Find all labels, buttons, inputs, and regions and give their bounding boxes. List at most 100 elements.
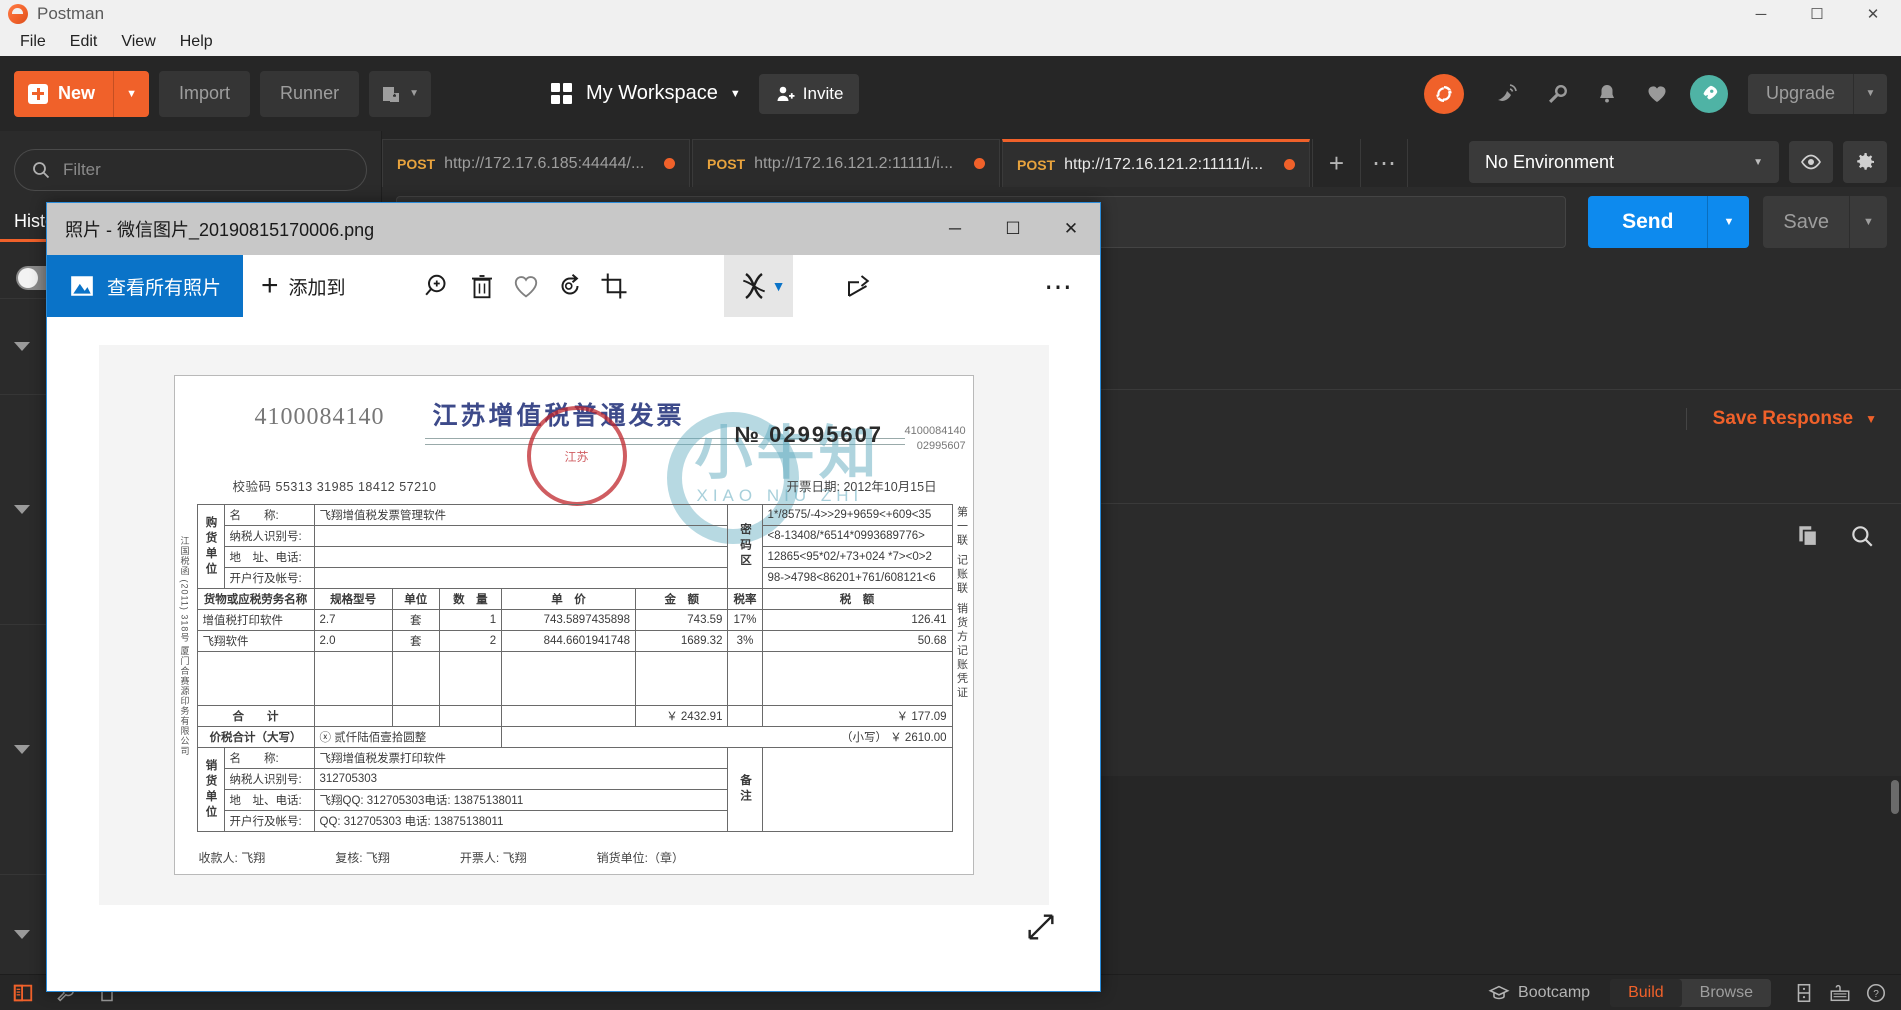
environment-bar: No Environment ▼ [1469,141,1901,187]
crop-icon[interactable] [592,255,636,317]
enhance-icon[interactable] [732,255,776,317]
share-icon[interactable] [837,255,881,317]
remark-vertical-label: 备注 [727,747,763,832]
tab-url: http://172.16.121.2:11111/i... [1064,155,1264,173]
invoice-buyer-row-4: 开户行及帐号: 98->4798<86201+761/608121<6 [197,567,953,589]
keyboard-icon[interactable] [1827,980,1853,1006]
bell-icon[interactable] [1588,75,1626,113]
search-input[interactable]: Filter [14,149,367,191]
build-browse-segment: Build Browse [1610,978,1771,1007]
menu-file[interactable]: File [8,28,58,56]
environment-quick-look-button[interactable] [1789,141,1833,183]
wrench-icon[interactable] [1538,75,1576,113]
enhance-group[interactable]: ▼ [723,255,794,317]
request-tab-1[interactable]: POST http://172.17.6.185:44444/... [382,139,690,187]
unsaved-dot-icon [1284,159,1295,170]
menu-view[interactable]: View [109,28,167,56]
help-icon[interactable]: ? [1863,980,1889,1006]
postman-logo-icon [8,4,28,24]
minimize-icon[interactable]: ─ [1733,0,1789,28]
save-button[interactable]: Save ▼ [1763,196,1887,248]
request-tab-2[interactable]: POST http://172.16.121.2:11111/i... [692,139,1000,187]
new-button-caret-icon[interactable]: ▼ [113,70,149,117]
upgrade-button[interactable]: Upgrade ▼ [1747,73,1887,114]
pv-maximize-icon[interactable]: ☐ [984,203,1042,255]
import-button[interactable]: Import [159,70,251,117]
workspace-label[interactable]: My Workspace [586,82,718,105]
search-icon[interactable] [1849,523,1875,549]
invite-button[interactable]: Invite [758,73,860,114]
send-chevron-down-icon[interactable]: ▼ [1707,196,1749,248]
chevron-down-icon [14,745,30,754]
pv-close-icon[interactable]: ✕ [1042,203,1100,255]
invoice-buyer-row-1: 购货单位 名 称: 飞翔增值税发票管理软件 密码区 1*/8575/-4>>29… [196,504,953,589]
copy-icon[interactable] [1795,523,1821,549]
photo-collection-icon [71,276,93,296]
save-chevron-down-icon[interactable]: ▼ [1849,196,1887,248]
tab-method: POST [397,155,436,172]
request-tab-3[interactable]: POST http://172.16.121.2:11111/i... [1002,139,1310,187]
upgrade-chevron-down-icon[interactable]: ▼ [1853,73,1887,114]
save-response-button[interactable]: Save Response ▼ [1685,408,1887,430]
photo-frame: 4100084140 江苏增值税普通发票 江苏 小牛知 XIAO NIU ZHI… [98,345,1049,905]
add-to-label: 添加到 [288,277,346,299]
pv-minimize-icon[interactable]: ─ [926,203,984,255]
search-placeholder: Filter [63,160,101,179]
invoice-grand-small: （小写） ￥ 2610.00 [501,726,953,748]
invoice-checkcode: 校验码 55313 31985 18412 57210 [232,480,437,494]
enhance-chevron-down-icon[interactable]: ▼ [772,278,786,294]
send-button[interactable]: Send ▼ [1588,196,1750,248]
maximize-icon[interactable]: ☐ [1789,0,1845,28]
plus-icon: + [261,269,279,302]
invoice-code: 4100084140 [254,404,385,430]
workspace-group: My Workspace ▼ Invite [550,73,860,114]
expand-icon[interactable] [1024,910,1058,949]
unsaved-dot-icon [974,158,985,169]
heart-icon[interactable] [504,255,548,317]
gear-icon [1857,153,1874,170]
svg-text:?: ? [1873,989,1879,1000]
new-button[interactable]: New ▼ [14,70,150,117]
invoice-right-vertical: 第一联 记账联 销货方记账凭证 [955,506,968,701]
photo-viewer-window: 照片 - 微信图片_20190815170006.png ─ ☐ ✕ 查看所有照… [46,202,1101,992]
environment-select[interactable]: No Environment ▼ [1469,141,1779,183]
see-all-photos-label: 查看所有照片 [107,277,222,299]
runner-button[interactable]: Runner [260,70,360,117]
chevron-down-icon: ▼ [409,88,419,99]
sync-icon[interactable] [1423,73,1464,114]
workspace-chevron-down-icon[interactable]: ▼ [730,88,741,100]
close-icon[interactable]: ✕ [1845,0,1901,28]
plus-icon [28,83,48,104]
browse-tab[interactable]: Browse [1682,979,1771,1007]
photo-viewer-titlebar: 照片 - 微信图片_20190815170006.png ─ ☐ ✕ [47,203,1100,255]
tab-url: http://172.16.121.2:11111/i... [754,154,954,172]
zoom-icon[interactable] [416,255,460,317]
rocket-icon[interactable] [1689,74,1728,113]
rotate-icon[interactable] [548,255,592,317]
see-all-photos-button[interactable]: 查看所有照片 [47,255,244,317]
add-to-button[interactable]: + 添加到 [243,255,364,317]
menu-edit[interactable]: Edit [58,28,110,56]
tab-options-icon[interactable]: ⋯ [1360,139,1408,187]
bootcamp-button[interactable]: Bootcamp [1488,982,1590,1004]
code-scrollbar[interactable] [1891,780,1899,814]
bootcamp-label: Bootcamp [1518,983,1591,1001]
photo-viewer-title: 照片 - 微信图片_20190815170006.png [65,220,375,240]
add-tab-button[interactable]: + [1312,139,1360,187]
invite-label: Invite [802,83,844,103]
postman-header: New ▼ Import Runner ▼ My Workspace ▼ Inv… [0,56,1901,131]
photo-viewer-toolbar: 查看所有照片 + 添加到 ▼ ⋯ [47,255,1100,317]
settings-button[interactable] [1843,141,1887,183]
more-icon[interactable]: ⋯ [1044,270,1100,303]
satellite-icon[interactable] [1488,75,1526,113]
menu-help[interactable]: Help [168,28,225,56]
sidebar-toggle-icon[interactable] [10,980,36,1006]
header-right-icons: Upgrade ▼ [1423,73,1901,114]
new-collection-button[interactable]: ▼ [369,70,431,117]
trash-icon[interactable] [460,255,504,317]
invoice-footer: 收款人: 飞翔 复核: 飞翔 开票人: 飞翔 销货单位:（章） [199,849,949,866]
layout-icon[interactable] [1791,980,1817,1006]
heart-icon[interactable] [1638,75,1676,113]
tab-method: POST [707,155,746,172]
build-tab[interactable]: Build [1610,978,1682,1007]
